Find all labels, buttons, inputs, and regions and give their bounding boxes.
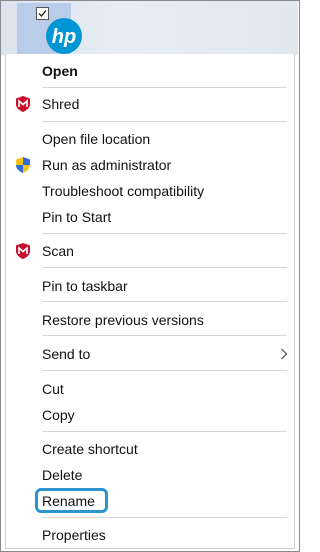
menu-item-create-shortcut[interactable]: Create shortcut — [6, 436, 294, 462]
menu-item-properties[interactable]: Properties — [6, 522, 294, 548]
menu-item-troubleshoot-compatibility[interactable]: Troubleshoot compatibility — [6, 178, 294, 204]
menu-item-run-as-administrator[interactable]: Run as administrator — [6, 152, 294, 178]
menu-item-label: Open — [42, 63, 78, 79]
hp-logo-icon: hp — [46, 18, 82, 54]
menu-separator — [42, 87, 287, 88]
context-menu: Open Shred Open file location Run as adm… — [5, 54, 295, 549]
svg-text:hp: hp — [52, 26, 76, 48]
menu-item-label: Delete — [42, 467, 83, 483]
chevron-right-icon — [281, 348, 288, 360]
menu-item-delete[interactable]: Delete — [6, 462, 294, 488]
mcafee-shield-icon — [16, 96, 30, 112]
menu-item-scan[interactable]: Scan — [6, 238, 294, 264]
menu-item-label: Troubleshoot compatibility — [42, 183, 205, 199]
menu-item-label: Create shortcut — [42, 441, 138, 457]
menu-item-label: Copy — [42, 407, 75, 423]
menu-item-open[interactable]: Open — [6, 58, 294, 84]
menu-item-shred[interactable]: Shred — [6, 91, 294, 117]
menu-item-label: Send to — [42, 346, 91, 362]
menu-separator — [42, 233, 287, 234]
menu-separator — [42, 431, 287, 432]
desktop-shortcut-hp[interactable]: hp — [17, 3, 82, 55]
menu-item-label: Scan — [42, 243, 74, 259]
menu-separator — [42, 517, 287, 518]
desktop-background: hp — [1, 1, 298, 55]
menu-separator — [42, 370, 287, 371]
menu-item-label: Shred — [42, 96, 80, 112]
menu-separator — [42, 301, 287, 302]
menu-item-cut[interactable]: Cut — [6, 376, 294, 402]
menu-item-send-to[interactable]: Send to — [6, 341, 294, 367]
menu-separator — [42, 335, 287, 336]
menu-item-copy[interactable]: Copy — [6, 402, 294, 428]
menu-item-label: Properties — [42, 527, 106, 543]
menu-item-label: Cut — [42, 381, 64, 397]
menu-item-label: Pin to Start — [42, 209, 112, 225]
menu-item-label: Run as administrator — [42, 157, 172, 173]
menu-item-restore-previous-versions[interactable]: Restore previous versions — [6, 307, 294, 333]
menu-item-label: Open file location — [42, 131, 151, 147]
menu-item-open-file-location[interactable]: Open file location — [6, 126, 294, 152]
menu-item-pin-to-taskbar[interactable]: Pin to taskbar — [6, 273, 294, 299]
menu-item-pin-to-start[interactable]: Pin to Start — [6, 204, 294, 230]
menu-item-label: Restore previous versions — [42, 312, 204, 328]
mcafee-shield-icon — [16, 243, 30, 259]
menu-separator — [42, 121, 287, 122]
rename-highlight-box — [35, 488, 108, 513]
uac-shield-icon — [16, 157, 30, 173]
menu-item-label: Pin to taskbar — [42, 278, 128, 294]
menu-separator — [42, 267, 287, 268]
